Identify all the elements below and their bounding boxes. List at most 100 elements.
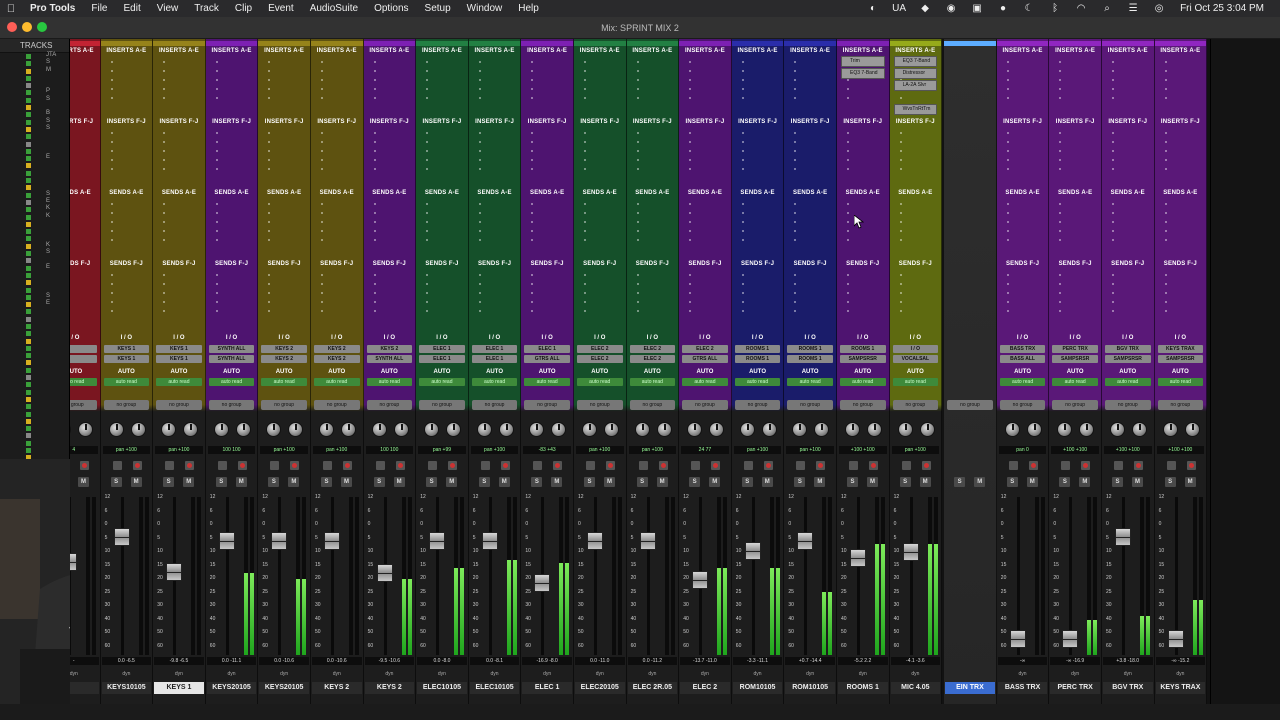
mute-button[interactable]: M xyxy=(78,477,89,487)
record-enable-button[interactable] xyxy=(816,461,826,470)
empty-slot[interactable] xyxy=(1006,70,1009,72)
inserts-f-j-label[interactable]: INSERTS F-J xyxy=(732,119,784,125)
empty-slot[interactable] xyxy=(689,283,692,285)
output-selector[interactable]: ROOMS 1 xyxy=(787,355,833,363)
inserts-a-e-label[interactable]: INSERTS A-E xyxy=(521,48,573,54)
track-list-item[interactable]: S xyxy=(0,293,69,301)
sends-f-j-label[interactable]: SENDS F-J xyxy=(206,261,258,267)
track-list-item[interactable]: S xyxy=(0,96,69,104)
pan-knob[interactable] xyxy=(656,422,672,437)
track-show-toggle-icon[interactable] xyxy=(26,156,31,162)
input-monitor-button[interactable] xyxy=(743,461,753,470)
empty-slot[interactable] xyxy=(110,239,113,241)
empty-slot[interactable] xyxy=(689,97,692,99)
inserts-f-j-label[interactable]: INSERTS F-J xyxy=(627,119,679,125)
empty-slot[interactable] xyxy=(531,274,534,276)
volume-fader[interactable] xyxy=(1167,630,1184,648)
solo-button[interactable]: S xyxy=(636,477,648,487)
empty-slot[interactable] xyxy=(426,212,429,214)
empty-slot[interactable] xyxy=(1164,61,1167,63)
track-show-toggle-icon[interactable] xyxy=(26,360,31,366)
empty-slot[interactable] xyxy=(847,310,849,312)
empty-slot[interactable] xyxy=(741,292,744,294)
empty-slot[interactable] xyxy=(741,283,744,285)
output-selector[interactable]: SAMPSRSR xyxy=(1157,355,1204,363)
empty-slot[interactable] xyxy=(636,301,639,303)
inserts-f-j-label[interactable]: INSERTS F-J xyxy=(1102,119,1154,125)
empty-slot[interactable] xyxy=(1112,88,1114,90)
track-list-item[interactable] xyxy=(0,425,69,432)
empty-slot[interactable] xyxy=(215,159,218,161)
volume-fader[interactable] xyxy=(587,532,603,550)
group-selector[interactable]: no group xyxy=(999,400,1046,410)
empty-slot[interactable] xyxy=(426,203,429,205)
inserts-a-e-label[interactable]: INSERTS A-E xyxy=(890,48,942,54)
empty-slot[interactable] xyxy=(426,141,429,143)
group-selector[interactable]: no group xyxy=(787,400,833,410)
volume-fader[interactable] xyxy=(481,532,498,550)
output-selector[interactable]: ELEC 2 xyxy=(629,355,676,363)
group-selector[interactable]: no group xyxy=(524,400,570,410)
inserts-f-j-label[interactable]: INSERTS F-J xyxy=(837,119,889,125)
mute-button[interactable]: M xyxy=(709,477,721,487)
track-show-toggle-icon[interactable] xyxy=(26,243,31,249)
strip-color-bar[interactable] xyxy=(574,41,626,46)
empty-slot[interactable] xyxy=(1112,141,1114,143)
track-show-toggle-icon[interactable] xyxy=(26,185,31,191)
empty-slot[interactable] xyxy=(268,203,271,205)
mute-button[interactable]: M xyxy=(498,477,510,487)
solo-button[interactable]: S xyxy=(954,477,966,487)
track-name[interactable]: KEYS20105 xyxy=(259,682,309,694)
mute-button[interactable]: M xyxy=(656,477,668,487)
audio-icon[interactable]: ◆ xyxy=(912,3,938,14)
pan-knob[interactable] xyxy=(341,422,356,437)
track-show-toggle-icon[interactable] xyxy=(26,148,31,154)
strip-color-bar[interactable] xyxy=(837,41,889,46)
empty-slot[interactable] xyxy=(1112,239,1114,241)
track-list-item[interactable]: E xyxy=(0,300,69,308)
sends-a-e-label[interactable]: SENDS A-E xyxy=(521,190,573,196)
automation-mode-selector[interactable]: auto read xyxy=(366,378,413,386)
sends-f-j-label[interactable]: SENDS F-J xyxy=(784,261,836,267)
empty-slot[interactable] xyxy=(1164,70,1167,72)
group-selector[interactable]: no group xyxy=(471,400,518,410)
track-show-toggle-icon[interactable] xyxy=(26,75,31,81)
inserts-a-e-label[interactable]: INSERTS A-E xyxy=(837,48,889,54)
track-show-toggle-icon[interactable] xyxy=(26,214,31,220)
track-show-toggle-icon[interactable] xyxy=(26,433,31,439)
empty-slot[interactable] xyxy=(531,203,534,205)
menu-window[interactable]: Window xyxy=(459,3,511,14)
empty-slot[interactable] xyxy=(1059,283,1062,285)
empty-slot[interactable] xyxy=(1112,159,1114,161)
strip-color-bar[interactable] xyxy=(889,41,942,46)
input-monitor-button[interactable] xyxy=(901,461,911,470)
track-list-item[interactable] xyxy=(0,148,69,155)
empty-slot[interactable] xyxy=(689,239,692,241)
input-monitor-button[interactable] xyxy=(638,461,648,470)
empty-slot[interactable] xyxy=(1112,132,1114,134)
track-show-toggle-icon[interactable] xyxy=(26,251,31,257)
empty-slot[interactable] xyxy=(1164,203,1167,205)
group-selector[interactable]: no group xyxy=(840,400,886,410)
record-enable-button[interactable] xyxy=(132,461,142,470)
track-show-toggle-icon[interactable] xyxy=(26,440,31,446)
empty-slot[interactable] xyxy=(110,70,113,72)
empty-slot[interactable] xyxy=(373,292,376,294)
empty-slot[interactable] xyxy=(1006,230,1009,232)
track-show-toggle-icon[interactable] xyxy=(26,302,31,308)
pan-knob[interactable] xyxy=(1079,422,1095,437)
empty-slot[interactable] xyxy=(636,132,639,134)
empty-slot[interactable] xyxy=(215,274,218,276)
empty-slot[interactable] xyxy=(321,159,323,161)
track-show-toggle-icon[interactable] xyxy=(26,90,31,96)
track-show-toggle-icon[interactable] xyxy=(26,83,31,89)
empty-slot[interactable] xyxy=(1164,141,1167,143)
empty-slot[interactable] xyxy=(268,61,271,63)
mute-button[interactable]: M xyxy=(1026,477,1038,487)
empty-slot[interactable] xyxy=(531,292,534,294)
output-selector[interactable]: SYNTH ALL xyxy=(208,355,255,363)
empty-slot[interactable] xyxy=(584,141,586,143)
sends-a-e-label[interactable]: SENDS A-E xyxy=(997,190,1049,196)
solo-button[interactable]: S xyxy=(215,477,227,487)
empty-slot[interactable] xyxy=(1164,301,1167,303)
